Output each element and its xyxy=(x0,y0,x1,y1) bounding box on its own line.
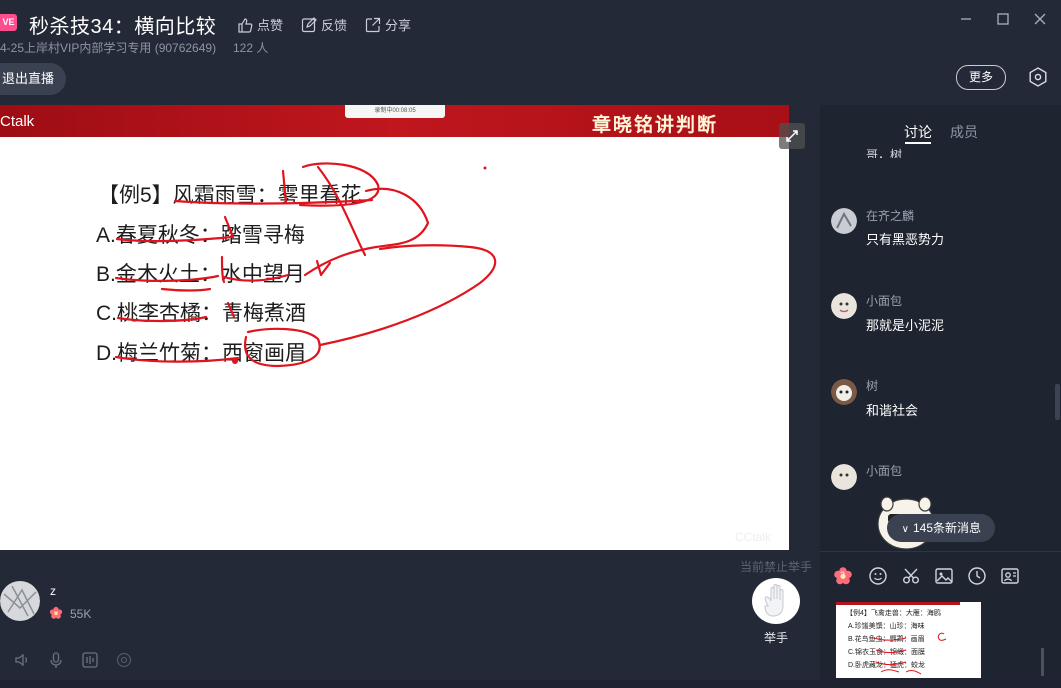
user-avatar[interactable] xyxy=(0,576,40,626)
equalizer-icon[interactable] xyxy=(81,651,99,669)
new-messages-button[interactable]: ∨ 145条新消息 xyxy=(887,514,995,542)
cctalk-watermark: CCtalk xyxy=(735,530,772,544)
chat-message-text: 只有黑恶势力 xyxy=(866,232,945,247)
os-taskbar xyxy=(0,680,1061,688)
hand-icon xyxy=(764,584,784,617)
image-icon[interactable] xyxy=(934,566,954,586)
camera-icon[interactable] xyxy=(115,651,133,669)
viewer-count: 122 人 xyxy=(233,41,269,55)
close-icon xyxy=(1034,13,1046,25)
avatar-image xyxy=(831,208,857,234)
ink-dot xyxy=(232,358,238,364)
flower-count: 55K xyxy=(70,607,92,621)
like-button[interactable]: 点赞 xyxy=(237,15,283,34)
microphone-icon[interactable] xyxy=(47,651,65,669)
tab-members[interactable]: 成员 xyxy=(950,122,978,142)
course-title: 秒杀技34：横向比较 xyxy=(29,16,217,38)
fullscreen-icon[interactable] xyxy=(779,123,805,149)
avatar-image xyxy=(831,293,857,319)
scissors-icon[interactable] xyxy=(901,566,921,586)
username: z xyxy=(50,584,56,598)
chat-sender-name: 小面包 xyxy=(866,294,903,308)
share-label: 分享 xyxy=(385,18,412,33)
settings-hexagon-icon[interactable] xyxy=(1027,66,1049,88)
chat-avatar[interactable] xyxy=(831,379,857,405)
member-card-icon[interactable] xyxy=(1000,566,1020,586)
thumbs-up-icon xyxy=(238,17,253,33)
chat-message-text: 那就是小泥泥 xyxy=(866,318,945,333)
chat-sender-name: 树 xyxy=(866,379,879,393)
panel-divider xyxy=(820,551,1061,552)
chat-avatar[interactable] xyxy=(831,293,857,319)
minimize-button[interactable] xyxy=(953,10,979,32)
flower-count-badge: 3 xyxy=(840,570,846,580)
chat-sender-name: 小面包 xyxy=(866,464,903,478)
more-button[interactable]: 更多 xyxy=(956,65,1006,90)
live-badge: VE xyxy=(0,14,17,31)
slide-viewer: Ctalk 录制中00:08:05 章晓铭讲判断 【例5】风霜雨雪：雾里看花 A… xyxy=(0,105,789,550)
course-subtitle: 4-25上岸村VIP内部学习专用 (90762649) xyxy=(0,41,217,55)
chat-scrollbar[interactable] xyxy=(1055,384,1060,420)
exit-live-button[interactable]: 退出直播 xyxy=(0,63,66,95)
new-messages-label: 145条新消息 xyxy=(912,521,981,535)
chat-avatar[interactable] xyxy=(831,464,857,490)
close-button[interactable] xyxy=(1027,10,1053,32)
avatar-image xyxy=(0,581,40,621)
like-label: 点赞 xyxy=(257,18,284,33)
share-button[interactable]: 分享 xyxy=(365,15,411,34)
emoji-icon[interactable] xyxy=(868,566,888,586)
hand-raise-disabled-notice: 当前禁止举手 xyxy=(740,560,813,574)
minimize-icon xyxy=(961,18,971,20)
maximize-icon xyxy=(997,13,1009,25)
chat-avatar[interactable] xyxy=(831,208,857,234)
annotation-ink xyxy=(114,162,497,368)
tab-discussion[interactable]: 讨论 xyxy=(904,122,932,142)
share-icon xyxy=(365,17,381,32)
thumbnail-ink xyxy=(873,632,947,675)
raise-hand-label: 举手 xyxy=(764,631,789,645)
edit-icon xyxy=(301,16,317,32)
speaker-icon[interactable] xyxy=(13,651,31,669)
feedback-button[interactable]: 反馈 xyxy=(301,15,347,34)
chat-message-text: 和谐社会 xyxy=(866,403,919,418)
partial-chat-message: 哥，树 xyxy=(866,148,903,158)
send-flower-button[interactable]: 3 xyxy=(833,566,853,586)
active-tab-indicator xyxy=(905,142,931,144)
avatar-image xyxy=(831,379,857,405)
feedback-label: 反馈 xyxy=(321,18,348,33)
avatar-image xyxy=(831,464,857,490)
raise-hand-button[interactable] xyxy=(752,578,800,624)
input-scrollbar[interactable] xyxy=(1041,648,1044,676)
history-clock-icon[interactable] xyxy=(967,566,987,586)
flower-icon xyxy=(49,606,63,619)
slide-thumbnail[interactable]: 【例4】飞禽走兽：大雁：海鸥 A.珍馐美馔：山珍：海味 B.花鸟鱼虫：鹦鹉：画眉… xyxy=(836,602,981,678)
maximize-button[interactable] xyxy=(990,10,1016,32)
chevron-down-icon: ∨ xyxy=(901,524,909,535)
chat-sender-name: 在齐之麟 xyxy=(866,209,915,223)
